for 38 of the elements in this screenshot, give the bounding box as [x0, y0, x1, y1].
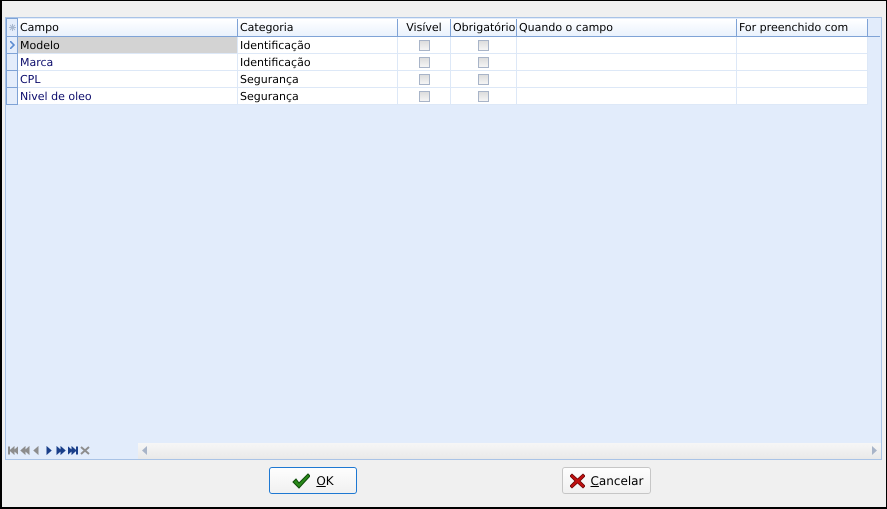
row-indicator[interactable]	[6, 70, 18, 88]
asterisk-icon	[8, 24, 16, 31]
checkmark-icon	[292, 472, 310, 488]
table-cell: Nivel de oleo	[18, 88, 238, 104]
checkbox[interactable]	[418, 74, 430, 85]
table-cell: Segurança	[238, 88, 398, 104]
cancel-button[interactable]: Cancelar	[562, 467, 651, 494]
checkbox[interactable]	[478, 56, 489, 68]
checkbox[interactable]	[418, 56, 430, 68]
table-cell: Identificação	[238, 36, 398, 54]
checkbox[interactable]	[418, 90, 430, 102]
table-cell: Modelo	[18, 36, 238, 54]
checkbox[interactable]	[478, 74, 489, 85]
table-cell: Segurança	[238, 70, 398, 88]
checkbox[interactable]	[418, 40, 430, 51]
row-indicator[interactable]	[6, 88, 18, 104]
row-indicator[interactable]	[6, 36, 18, 54]
column-header[interactable]: Quando o campo	[516, 18, 736, 36]
last-record-icon[interactable]	[68, 446, 78, 455]
column-header[interactable]: Visível	[398, 18, 450, 36]
checkbox[interactable]	[478, 90, 489, 102]
current-row-icon	[10, 40, 14, 48]
table-cell: Identificação	[238, 54, 398, 70]
checkbox[interactable]	[478, 40, 489, 51]
next-record-icon[interactable]	[44, 446, 54, 455]
next-page-icon[interactable]	[56, 446, 66, 455]
table-cell: CPL	[18, 70, 238, 88]
column-header[interactable]: Campo	[18, 18, 238, 36]
column-header[interactable]: Categoria	[238, 18, 398, 36]
row-indicator[interactable]	[6, 54, 18, 70]
scroll-right-icon[interactable]	[872, 446, 877, 455]
close-icon	[570, 472, 585, 488]
column-header[interactable]: For preenchido com	[736, 18, 868, 36]
column-header[interactable]: Obrigatório	[450, 18, 516, 36]
horizontal-scrollbar[interactable]	[138, 442, 881, 458]
table-cell: Marca	[18, 54, 238, 70]
ok-button[interactable]: OK	[269, 467, 357, 494]
scroll-left-icon[interactable]	[142, 446, 147, 455]
